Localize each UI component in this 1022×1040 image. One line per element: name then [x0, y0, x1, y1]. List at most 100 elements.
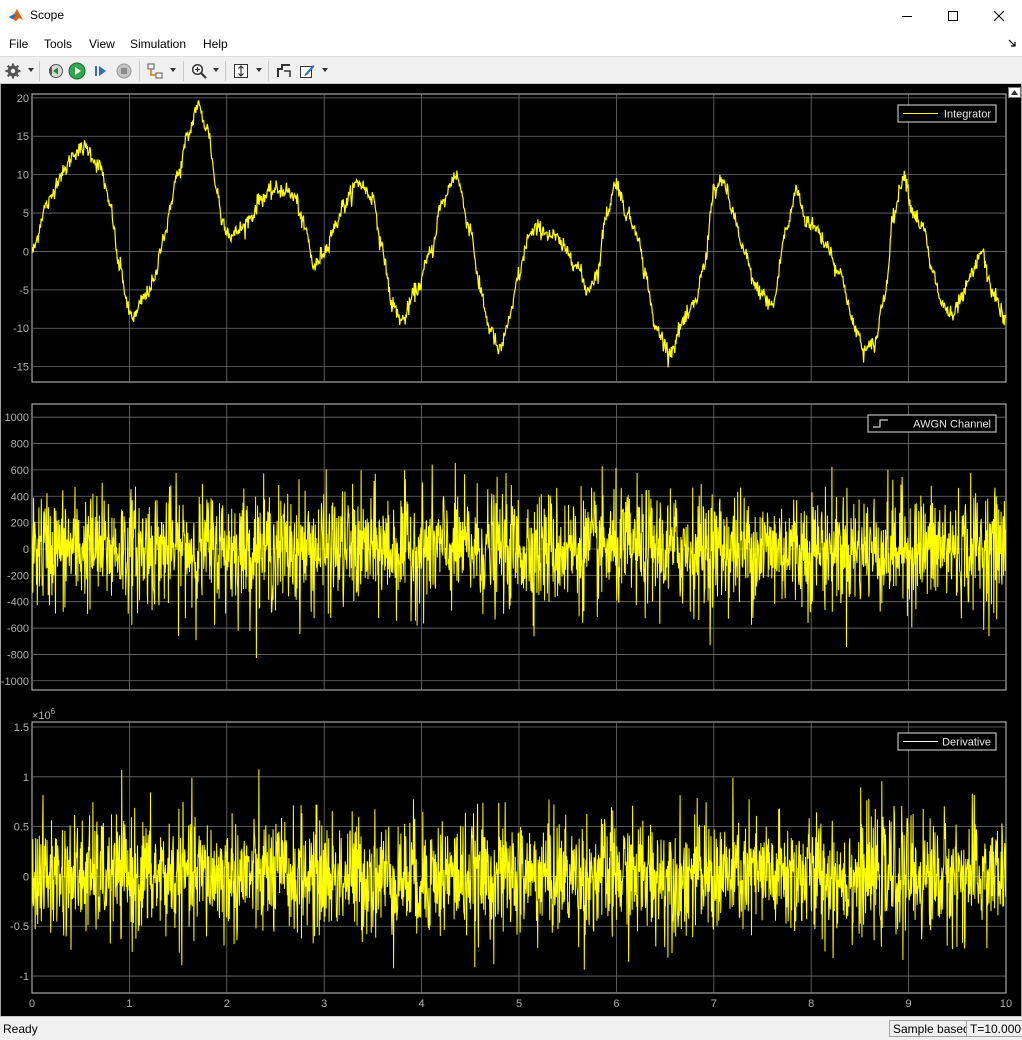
- y-tick-label: 0.5: [14, 822, 29, 834]
- cursor-measure-icon: [277, 64, 291, 77]
- x-tick-label: 8: [808, 998, 814, 1010]
- y-tick-label: 400: [11, 491, 29, 503]
- maximize-button[interactable]: [930, 0, 976, 31]
- legend-label: AWGN Channel: [913, 419, 991, 431]
- y-tick-label: 0: [23, 544, 29, 556]
- x-tick-label: 6: [613, 998, 619, 1010]
- axes-panel-2: -1000 -800 -600 -400 -200 0 200 400 600 800 1000 AW…: [1, 403, 1007, 691]
- y-tick-label: 1000: [5, 412, 29, 424]
- x-tick-label: 9: [906, 998, 912, 1010]
- stop-button[interactable]: [115, 61, 133, 81]
- minimize-button[interactable]: [884, 0, 930, 31]
- undock-arrow-icon: [1011, 90, 1018, 95]
- scope-display: -15 -10 -5 0 5 10 15 20 Integrator -1000 -800 -600-…: [0, 84, 1022, 1016]
- toolbar-separator: [268, 61, 269, 81]
- run-button[interactable]: [68, 61, 86, 81]
- run-icon: [68, 62, 86, 80]
- zoom-button[interactable]: [190, 61, 208, 81]
- y-tick-label: 200: [11, 518, 29, 530]
- title-bar: Scope: [0, 0, 1022, 31]
- highlight-button[interactable]: [298, 61, 316, 81]
- step-back-icon: [49, 64, 63, 78]
- settings-gear-icon: [5, 63, 21, 79]
- close-button[interactable]: [976, 0, 1022, 31]
- dock-arrow-icon[interactable]: [1008, 39, 1017, 48]
- settings-dropdown-arrow[interactable]: [28, 68, 34, 72]
- x-tick-label: 5: [516, 998, 522, 1010]
- highlight-dropdown-arrow[interactable]: [322, 68, 328, 72]
- axes-panel-1: -15 -10 -5 0 5 10 15 20 Integrator: [13, 93, 1007, 383]
- zoom-icon: [191, 63, 207, 79]
- toolbar-separator: [139, 61, 140, 81]
- x-tick-label: 3: [321, 998, 327, 1010]
- y-tick-label: -400: [7, 597, 29, 609]
- x-tick-label: 7: [711, 998, 717, 1010]
- x-tick-label: 0: [29, 998, 35, 1010]
- y-tick-label: 1: [23, 772, 29, 784]
- signal-select-dropdown-arrow[interactable]: [170, 68, 176, 72]
- toolbar: [0, 56, 1022, 84]
- zoom-dropdown-arrow[interactable]: [213, 68, 219, 72]
- menu-file[interactable]: File: [9, 37, 28, 51]
- menu-view[interactable]: View: [89, 37, 115, 51]
- y-tick-label: -15: [13, 362, 29, 374]
- undock-button[interactable]: [1008, 87, 1021, 98]
- legend[interactable]: Integrator: [897, 104, 997, 123]
- signal-select-icon: [147, 63, 163, 79]
- y-tick-label: -1000: [1, 676, 29, 688]
- cursor-measure-button[interactable]: [275, 61, 293, 81]
- scope-axes: -15-10-505101520Integrator-1000-800-600-…: [1, 93, 1012, 1010]
- toolbar-separator: [39, 61, 40, 81]
- y-tick-label: 20: [17, 93, 29, 105]
- x-tick-label: 4: [419, 998, 425, 1010]
- x-tick-label: 2: [224, 998, 230, 1010]
- settings-button[interactable]: [4, 61, 22, 81]
- y-tick-label: -800: [7, 649, 29, 661]
- status-bar: Ready Sample based T=10.000: [0, 1016, 1022, 1040]
- step-back-button[interactable]: [46, 61, 64, 81]
- y-tick-label: 1.5: [14, 722, 29, 734]
- y-exponent-label: ×106: [32, 707, 56, 722]
- sample-mode-indicator: Sample based: [889, 1020, 974, 1037]
- menu-help[interactable]: Help: [203, 37, 228, 51]
- y-tick-label: 600: [11, 465, 29, 477]
- step-forward-button[interactable]: [92, 61, 110, 81]
- minimize-icon: [902, 15, 912, 17]
- close-icon: [994, 10, 1004, 21]
- legend[interactable]: Derivative: [897, 732, 997, 751]
- status-text: Ready: [3, 1022, 38, 1036]
- y-tick-label: -1: [19, 971, 29, 983]
- toolbar-separator: [225, 61, 226, 81]
- x-tick-label: 1: [126, 998, 132, 1010]
- window-title: Scope: [30, 8, 65, 22]
- autoscale-icon: [234, 64, 248, 78]
- step-forward-icon: [95, 66, 106, 76]
- axes-panel-3: -1 -0.5 0 0.5 1 1.5 0 1 2 3 4 5 6 7 8 9 10 ×106 Derivative: [10, 707, 1012, 1010]
- stop-icon: [116, 63, 132, 79]
- y-tick-label: -600: [7, 623, 29, 635]
- autoscale-dropdown-arrow[interactable]: [256, 68, 262, 72]
- x-tick-label: 10: [1000, 998, 1012, 1010]
- menu-bar: File Tools View Simulation Help: [0, 31, 1022, 56]
- y-tick-label: 0: [23, 246, 29, 258]
- matlab-logo-icon: [9, 9, 23, 21]
- autoscale-button[interactable]: [232, 61, 250, 81]
- y-tick-label: 15: [17, 131, 29, 143]
- signal-select-button[interactable]: [146, 61, 164, 81]
- highlight-icon: [300, 65, 315, 78]
- y-tick-label: -5: [19, 285, 29, 297]
- y-exponent-power: 6: [51, 707, 56, 716]
- maximize-icon: [948, 10, 958, 21]
- menu-tools[interactable]: Tools: [44, 37, 72, 51]
- toolbar-separator: [183, 61, 184, 81]
- legend[interactable]: AWGN Channel: [867, 414, 997, 433]
- y-tick-label: 10: [17, 170, 29, 182]
- legend-label: Derivative: [942, 737, 991, 749]
- y-tick-label: -10: [13, 323, 29, 335]
- y-tick-label: 800: [11, 439, 29, 451]
- y-tick-label: -200: [7, 570, 29, 582]
- y-tick-label: 0: [23, 871, 29, 883]
- legend-label: Integrator: [944, 109, 991, 121]
- simulation-time-indicator: T=10.000: [966, 1020, 1022, 1037]
- menu-simulation[interactable]: Simulation: [130, 37, 186, 51]
